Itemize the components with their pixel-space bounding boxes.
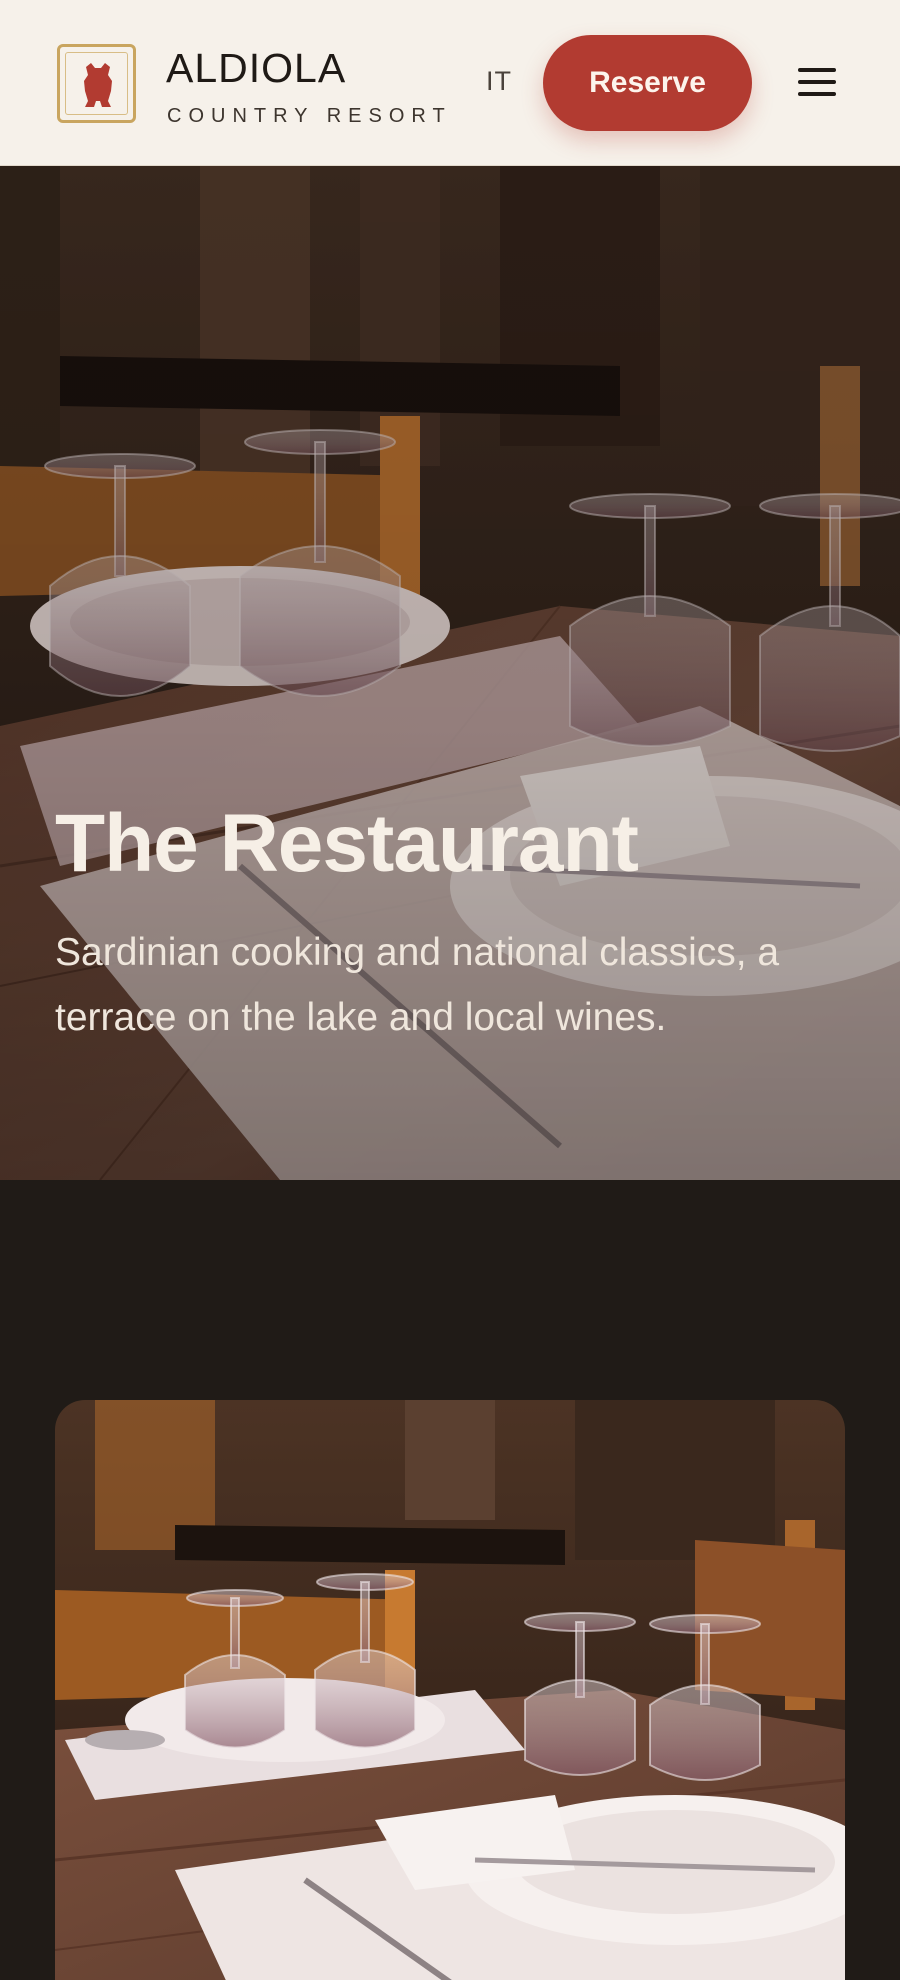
- menu-bar: [798, 92, 836, 96]
- hero-section: The Restaurant Sardinian cooking and nat…: [0, 166, 900, 1180]
- restaurant-photo-card: [55, 1400, 845, 1980]
- logo[interactable]: [57, 44, 136, 123]
- language-switch-link[interactable]: IT: [486, 68, 512, 95]
- restaurant-table-photo: [55, 1400, 845, 1980]
- brand-name: ALDIOLA: [166, 45, 347, 91]
- boar-crest-icon: [84, 63, 112, 107]
- hero-description: Sardinian cooking and national classics,…: [55, 931, 780, 1039]
- reserve-button[interactable]: Reserve: [543, 35, 752, 131]
- page-title: The Restaurant: [55, 798, 639, 889]
- hamburger-menu-icon[interactable]: [790, 60, 846, 104]
- menu-bar: [798, 68, 836, 72]
- menu-bar: [798, 80, 836, 84]
- site-header: ALDIOLA COUNTRY RESORT IT Reserve: [0, 0, 900, 166]
- brand-tagline: COUNTRY RESORT: [167, 105, 452, 127]
